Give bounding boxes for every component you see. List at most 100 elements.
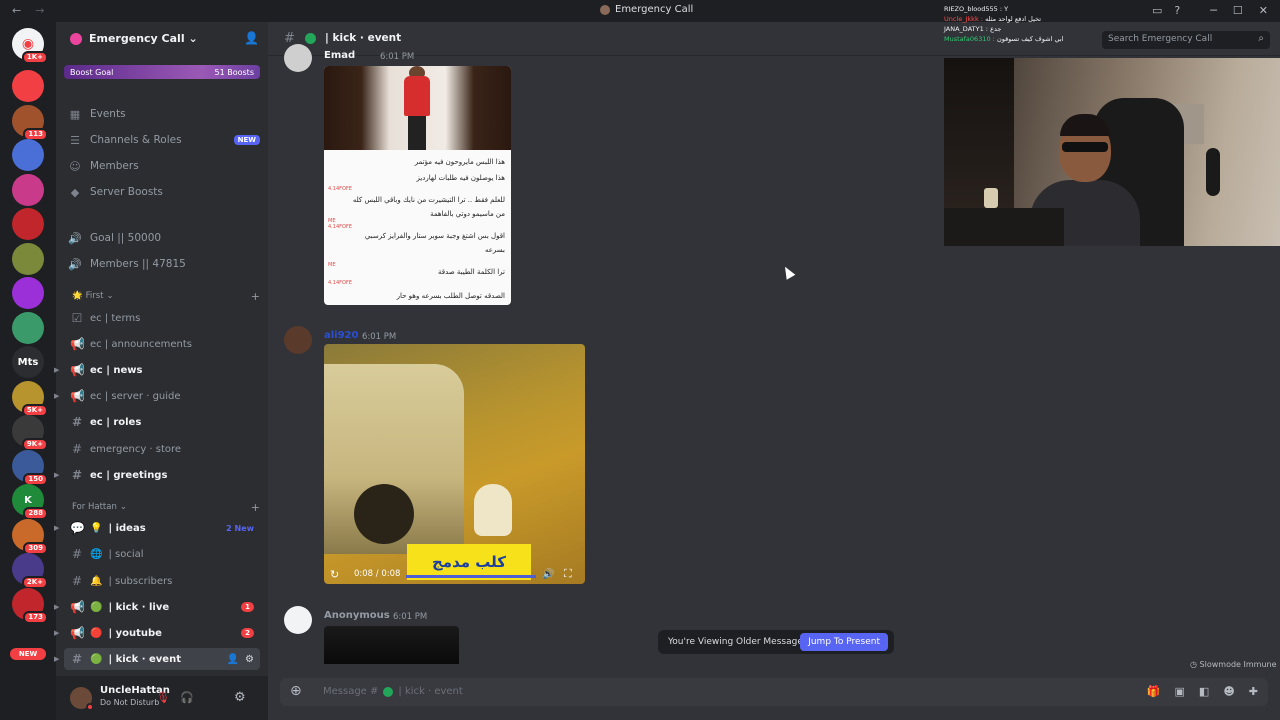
green-circle-icon [305, 33, 316, 44]
server-icon[interactable] [12, 173, 44, 206]
stat-label: Members || 47815 [90, 258, 186, 270]
channel-item[interactable]: ▶ # ec | greetings [54, 464, 260, 486]
webcam-desk [944, 208, 1064, 246]
sticker-icon[interactable]: ◧ [1199, 685, 1209, 698]
inbox-icon[interactable]: ▭ [1152, 4, 1162, 17]
channel-item[interactable]: # ec | roles [64, 411, 260, 433]
server-icon[interactable] [12, 311, 44, 344]
gear-icon[interactable]: ⚙ [234, 690, 246, 705]
server-icon[interactable]: 113 [12, 104, 48, 141]
minimize-button[interactable]: ─ [1210, 4, 1217, 17]
sidebar-item-channels-roles[interactable]: ☰ Channels & Roles NEW [68, 130, 260, 150]
sidebar-item-server-boosts[interactable]: ◆ Server Boosts [68, 182, 260, 202]
message-author[interactable]: ali920 [324, 330, 358, 341]
channel-item[interactable]: ▶ 📢 ec | news [54, 359, 260, 381]
message-timestamp: 6:01 PM [393, 612, 428, 622]
replay-icon[interactable]: ↻ [330, 568, 339, 581]
stream-chat-text: جدع [990, 25, 1002, 33]
message-author[interactable]: Emad [324, 50, 355, 61]
stream-chat-line: Mustafa06310 : ابي اشوف كيف تسوقون [944, 34, 1124, 44]
chevron-right-icon: ▶ [54, 603, 60, 611]
avatar[interactable] [284, 326, 312, 354]
invite-icon[interactable]: 👤 [227, 654, 239, 665]
server-icon[interactable]: 2K+ [12, 553, 48, 589]
message-image[interactable]: هذا اللبس مايروحون فيه مؤتمر هذا يوصلون ف… [324, 66, 511, 305]
server-icon[interactable] [12, 242, 44, 275]
message-composer[interactable]: ⊕ Message # | kick · event 🎁 ▣ ◧ ☻ ✚ [280, 678, 1268, 706]
channel-type-icon: 📢 [70, 600, 85, 614]
voice-controls: 🎙 🎧 [156, 691, 194, 704]
server-icon[interactable] [12, 139, 44, 171]
stat-channel[interactable]: 🔊 Goal || 50000 [68, 228, 260, 248]
message-author[interactable]: Anonymous [324, 610, 390, 621]
search-icon: ⌕ [1258, 33, 1264, 44]
chevron-right-icon: ▶ [54, 392, 60, 400]
apps-icon[interactable]: ✚ [1249, 685, 1258, 698]
server-icon[interactable] [12, 208, 44, 240]
channel-item[interactable]: ▶ 📢 🟢 | kick · live 1 [54, 596, 260, 618]
avatar[interactable] [284, 606, 312, 634]
invite-people-icon[interactable]: 👤 [244, 31, 259, 45]
server-badge: 173 [23, 610, 48, 624]
add-channel-icon[interactable]: + [251, 501, 260, 514]
gif-icon[interactable]: ▣ [1175, 685, 1185, 698]
home-badge: 1K+ [21, 51, 48, 64]
back-icon[interactable]: ← [12, 4, 21, 17]
close-button[interactable]: ✕ [1259, 4, 1268, 17]
volume-icon[interactable]: 🔊 [542, 569, 554, 580]
channel-label: ec | greetings [90, 469, 168, 481]
gear-icon[interactable]: ⚙ [245, 654, 254, 665]
sidebar-item-events[interactable]: ▦ Events [68, 104, 260, 124]
emoji-icon[interactable]: ☻ [1223, 685, 1234, 698]
deafen-icon[interactable]: 🎧 [180, 691, 194, 704]
help-icon[interactable]: ? [1174, 4, 1180, 17]
channel-item[interactable]: ▶ 📢 ec | server · guide [54, 385, 260, 407]
speaker-icon: 🔊 [68, 257, 82, 271]
channel-item[interactable]: # emergency · store [64, 438, 260, 460]
server-icon[interactable] [12, 277, 44, 309]
home-button[interactable]: ◉ 1K+ [12, 28, 48, 64]
fullscreen-icon[interactable]: ⛶ [564, 567, 572, 581]
add-channel-icon[interactable]: + [251, 290, 260, 303]
message-image[interactable] [324, 626, 459, 664]
image-tag: 4.14FOFE [328, 186, 352, 192]
channel-item[interactable]: 📢 ec | announcements [64, 333, 260, 355]
channel-item[interactable]: ▶ 📢 🔴 | youtube 2 [54, 622, 260, 644]
server-icon[interactable]: 309 [12, 518, 48, 555]
channel-item[interactable]: ▶ # 🟢 | kick · event 👤 ⚙ [54, 648, 260, 670]
channel-label: emergency · store [90, 443, 182, 455]
server-icon[interactable]: 9K+ [12, 415, 48, 451]
boost-goal-bar[interactable]: Boost Goal 51 Boosts [64, 65, 260, 79]
video-player[interactable]: كلب مدمج ↻ 0:08 / 0:08 🔊 ⛶ [324, 344, 585, 584]
channel-item[interactable]: ▶ 💬 💡 | ideas 2 New [54, 517, 260, 539]
server-icon[interactable]: 150 [12, 449, 48, 486]
avatar[interactable] [284, 44, 312, 72]
server-icon[interactable]: 5K+ [12, 380, 48, 417]
forward-icon[interactable]: → [35, 4, 44, 17]
message-input[interactable]: Message # | kick · event [323, 686, 463, 697]
server-icon[interactable]: Mts [12, 346, 44, 378]
maximize-button[interactable]: ☐ [1233, 4, 1243, 17]
jump-to-present-button[interactable]: Jump To Present [800, 633, 888, 651]
user-status: Do Not Disturb [100, 698, 160, 707]
stat-channel[interactable]: 🔊 Members || 47815 [68, 254, 260, 274]
channel-item[interactable]: # 🌐 | social [64, 543, 260, 565]
new-server-indicator[interactable]: NEW [10, 648, 46, 660]
server-icon[interactable]: K 288 [12, 484, 48, 520]
chevron-right-icon: ▶ [54, 524, 60, 532]
add-attachment-icon[interactable]: ⊕ [290, 683, 302, 699]
server-name: Emergency Call [89, 32, 185, 45]
channel-item[interactable]: # 🔔 | subscribers [64, 570, 260, 592]
sidebar-item-members[interactable]: ☺ Members [68, 156, 260, 176]
channel-item[interactable]: ☑ ec | terms [64, 307, 260, 329]
server-icon[interactable]: 173 [12, 587, 48, 624]
channel-emoji: 🔔 [90, 575, 103, 587]
search-input[interactable]: Search Emergency Call ⌕ [1102, 31, 1270, 49]
category-header[interactable]: 🌟 First ⌄ + [72, 289, 260, 303]
dnd-status-icon [86, 703, 94, 711]
gift-icon[interactable]: 🎁 [1147, 685, 1161, 698]
category-header[interactable]: For Hattan ⌄ + [72, 500, 260, 514]
server-icon[interactable] [12, 70, 44, 102]
mute-mic-icon[interactable]: 🎙 [156, 691, 170, 704]
server-header[interactable]: Emergency Call ⌄ 👤 [56, 22, 268, 56]
